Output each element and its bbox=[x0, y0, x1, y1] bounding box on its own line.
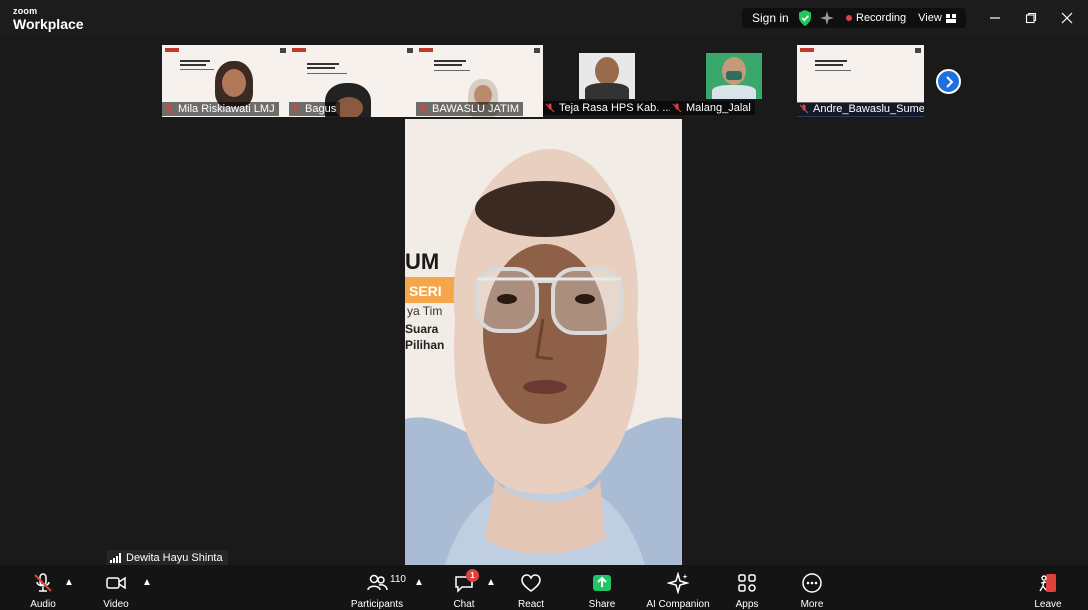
video-label: Video bbox=[103, 599, 129, 610]
ai-companion-sparkle-icon bbox=[667, 572, 689, 594]
share-screen-icon bbox=[593, 575, 611, 591]
slide-header-graphic bbox=[292, 48, 413, 53]
gallery-next-button[interactable] bbox=[936, 69, 961, 94]
slide-header-graphic bbox=[165, 48, 286, 53]
leave-door-icon bbox=[1039, 574, 1056, 592]
slide-fragment: ya Tim bbox=[407, 304, 442, 318]
active-speaker-nameplate: Dewita Hayu Shinta bbox=[107, 550, 228, 565]
grid-view-icon[interactable] bbox=[945, 13, 956, 23]
apps-button[interactable]: Apps bbox=[733, 565, 761, 610]
participant-tile[interactable]: Bagus bbox=[289, 45, 416, 117]
encryption-shield-icon[interactable] bbox=[798, 10, 812, 26]
active-speaker-name: Dewita Hayu Shinta bbox=[126, 551, 223, 564]
slide-header-graphic bbox=[419, 48, 540, 53]
participant-name: Malang_Jalal bbox=[686, 102, 751, 114]
restore-icon[interactable] bbox=[1021, 9, 1041, 27]
mic-muted-icon bbox=[672, 103, 682, 113]
audio-label: Audio bbox=[30, 599, 56, 610]
more-dots-icon bbox=[802, 573, 822, 593]
face-mask bbox=[726, 71, 742, 80]
leave-button[interactable]: Leave bbox=[1033, 565, 1063, 610]
video-camera-icon bbox=[106, 576, 126, 590]
participants-icon bbox=[367, 574, 388, 591]
video-options-caret[interactable]: ▲ bbox=[142, 577, 152, 588]
chat-options-caret[interactable]: ▲ bbox=[486, 577, 496, 588]
participant-tile[interactable]: Teja Rasa HPS Kab. ... bbox=[543, 45, 670, 117]
participant-nameplate: BAWASLU JATIM bbox=[416, 102, 523, 116]
participant-nameplate: Andre_Bawaslu_Sume... bbox=[797, 102, 924, 116]
apps-label: Apps bbox=[735, 599, 759, 610]
participants-button[interactable]: Participants bbox=[350, 565, 404, 610]
zoom-workplace-logo: zoom Workplace bbox=[13, 6, 84, 32]
participants-count: 110 bbox=[390, 574, 406, 585]
mic-muted-icon bbox=[799, 104, 809, 114]
mic-muted-icon bbox=[164, 104, 174, 114]
ai-companion-button[interactable]: AI Companion bbox=[645, 565, 711, 610]
participant-nameplate: Malang_Jalal bbox=[670, 101, 755, 115]
logo-zoom-text: zoom bbox=[13, 6, 38, 16]
participant-tile[interactable]: Andre_Bawaslu_Sume... bbox=[797, 45, 924, 117]
slide-fragment: UM bbox=[405, 249, 439, 274]
audio-options-caret[interactable]: ▲ bbox=[64, 577, 74, 588]
participant-tile[interactable]: BAWASLU JATIM bbox=[416, 45, 543, 117]
ai-sparkle-icon[interactable] bbox=[820, 11, 834, 25]
slide-fragment: SERI bbox=[409, 283, 442, 299]
audio-button[interactable]: Audio bbox=[28, 565, 58, 610]
chat-label: Chat bbox=[453, 599, 475, 610]
participant-face bbox=[222, 69, 246, 97]
speaker-video-frame: UM SERI ya Tim Suara Pilihan bbox=[405, 149, 682, 565]
participant-name: BAWASLU JATIM bbox=[432, 103, 519, 115]
mic-muted-icon bbox=[545, 103, 555, 113]
title-bar: zoom Workplace Sign in Recording View bbox=[0, 0, 1088, 37]
leave-label: Leave bbox=[1034, 599, 1062, 610]
view-button[interactable]: View bbox=[918, 12, 942, 24]
participant-tile[interactable]: Malang_Jalal bbox=[670, 45, 797, 117]
meeting-status-bar: Sign in Recording View bbox=[742, 8, 966, 28]
logo-workplace-text: Workplace bbox=[13, 16, 84, 32]
participant-name: Andre_Bawaslu_Sume... bbox=[813, 103, 924, 115]
share-button[interactable]: Share bbox=[588, 565, 616, 610]
chat-unread-badge: 1 bbox=[466, 569, 479, 582]
slide-header-graphic bbox=[800, 48, 921, 53]
chevron-right-icon bbox=[945, 75, 953, 88]
participant-face bbox=[595, 57, 619, 85]
participant-name: Teja Rasa HPS Kab. ... bbox=[559, 102, 670, 114]
slide-fragment: Pilihan bbox=[405, 338, 444, 352]
meeting-toolbar: Audio ▲ Video ▲ Participants 110 ▲ Chat … bbox=[0, 565, 1088, 610]
close-icon[interactable] bbox=[1057, 9, 1077, 27]
ai-companion-label: AI Companion bbox=[646, 599, 710, 610]
participants-options-caret[interactable]: ▲ bbox=[414, 577, 424, 588]
participant-name: Mila Riskiawati LMJ bbox=[178, 103, 275, 115]
mic-muted-icon bbox=[291, 104, 301, 114]
apps-grid-icon bbox=[738, 574, 756, 592]
participant-tile[interactable]: Mila Riskiawati LMJ bbox=[162, 45, 289, 117]
share-label: Share bbox=[588, 599, 616, 610]
participants-label: Participants bbox=[350, 599, 404, 610]
participant-shirt bbox=[712, 85, 756, 99]
recording-indicator-icon bbox=[846, 15, 852, 21]
participant-nameplate: Mila Riskiawati LMJ bbox=[162, 102, 279, 116]
more-button[interactable]: More bbox=[798, 565, 826, 610]
react-button[interactable]: React bbox=[517, 565, 545, 610]
react-label: React bbox=[517, 599, 545, 610]
participant-nameplate: Bagus bbox=[289, 102, 341, 116]
signal-strength-icon bbox=[110, 552, 121, 563]
heart-icon bbox=[521, 574, 541, 592]
slide-fragment: Suara bbox=[405, 322, 439, 336]
sign-in-button[interactable]: Sign in bbox=[742, 11, 798, 25]
minimize-icon[interactable] bbox=[985, 9, 1005, 27]
recording-label[interactable]: Recording bbox=[856, 12, 906, 24]
participant-nameplate: Teja Rasa HPS Kab. ... bbox=[543, 101, 670, 115]
mic-muted-icon bbox=[418, 104, 428, 114]
video-button[interactable]: Video bbox=[101, 565, 131, 610]
more-label: More bbox=[800, 599, 824, 610]
participant-name: Bagus bbox=[305, 103, 337, 115]
active-speaker-video: UM SERI ya Tim Suara Pilihan bbox=[405, 119, 682, 565]
participant-shirt bbox=[585, 83, 629, 99]
mic-muted-icon bbox=[34, 573, 52, 592]
